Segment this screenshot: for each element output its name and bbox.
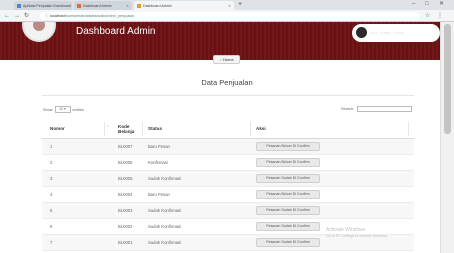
cell-kode: BL0002	[118, 224, 133, 229]
home-label: Home	[223, 57, 234, 62]
minimize-button[interactable]: –	[412, 0, 415, 9]
browser-tab-3-active[interactable]: Dashboard Admin ✕	[134, 1, 234, 10]
table-row: 5 BL0003 Sudah Konfirmasi Pesanan Sudah …	[42, 203, 414, 219]
column-separator	[142, 122, 143, 136]
column-separator	[104, 122, 105, 136]
confirm-button[interactable]: Pesanan Sudah Di Confirm	[256, 222, 320, 231]
search-input[interactable]	[357, 106, 413, 112]
column-separator	[408, 122, 409, 136]
user-avatar-icon[interactable]	[356, 27, 367, 38]
scrollbar-thumb[interactable]	[444, 24, 451, 134]
table-row: 3 BL0005 Sudah Konfirmasi Pesanan Sudah …	[42, 171, 414, 187]
close-window-button[interactable]: ✕	[439, 0, 444, 9]
show-entries: Show 10 ▾ entries	[43, 106, 84, 113]
tab-label: Aplikasi Penjualan Dashboard	[23, 3, 71, 8]
column-header-kode-belanja[interactable]: Kode Belanja	[118, 119, 144, 139]
search-label: Search:	[341, 107, 355, 111]
browser-tab-1[interactable]: Aplikasi Penjualan Dashboard ✕	[14, 1, 72, 10]
cell-kode: BL0001	[118, 240, 133, 245]
page-scrollbar[interactable]	[440, 22, 454, 253]
user-links: Akun Setting • Keluar	[370, 30, 405, 35]
cell-status: Baru Pesan	[148, 192, 170, 197]
sort-icon[interactable]: ⇅	[107, 124, 110, 128]
user-info[interactable]: Login Sebagai Administrator Akun Setting…	[370, 25, 440, 35]
menu-icon[interactable]: ⋮	[437, 12, 443, 20]
cell-status: Baru Pesan	[148, 144, 170, 149]
column-header-nomor[interactable]: Nomor	[50, 119, 65, 139]
confirm-button[interactable]: Pesanan Sudah Di Confirm	[256, 174, 320, 183]
reload-icon[interactable]: ↻	[24, 12, 29, 20]
cell-status: Sudah Konfirmasi	[148, 208, 182, 213]
show-label: Show	[43, 107, 53, 112]
tab-close-icon[interactable]: ✕	[124, 4, 129, 8]
forward-icon[interactable]: →	[14, 12, 20, 20]
cell-status: Sudah Konfirmasi	[148, 240, 182, 245]
cell-status: Sudah Konfirmasi	[148, 224, 182, 229]
cell-kode: BL0003	[118, 208, 133, 213]
cell-kode: BL0007	[118, 144, 133, 149]
table-row: 1 BL0007 Baru Pesan Pesanan Belum Di Con…	[42, 139, 414, 155]
cell-nomor: 5	[50, 208, 53, 213]
confirm-button[interactable]: Pesanan Belum Di Confirm	[256, 158, 320, 167]
tab-favicon-icon	[77, 3, 81, 8]
watermark-sub: Go to PC settings to activate Windows.	[326, 234, 389, 238]
column-header-aksi[interactable]: Aksi	[256, 119, 266, 139]
confirm-button[interactable]: Pesanan Sudah Di Confirm	[256, 238, 320, 247]
cell-nomor: 7	[50, 240, 53, 245]
cell-kode: BL0005	[118, 176, 133, 181]
cell-status: Sudah Konfirmasi	[148, 176, 182, 181]
cell-nomor: 1	[50, 144, 53, 149]
browser-tab-bar: Aplikasi Penjualan Dashboard ✕ Dashboard…	[0, 0, 454, 10]
page-title: Data Penjualan	[201, 78, 253, 87]
tab-label: Dashboard Admin	[143, 3, 172, 8]
browser-tab-2[interactable]: Dashboard Admin ✕	[74, 1, 132, 10]
confirm-button[interactable]: Pesanan Belum Di Confirm	[256, 142, 320, 151]
column-separator	[250, 122, 251, 136]
star-icon[interactable]: ☆	[425, 12, 430, 20]
tab-favicon-icon	[17, 3, 21, 8]
column-header-status[interactable]: Status	[148, 119, 162, 139]
cell-nomor: 2	[50, 160, 53, 165]
new-tab-button[interactable]: +	[238, 1, 242, 9]
tab-close-icon[interactable]: ✕	[226, 4, 231, 8]
cell-status: Konfirmasi	[148, 160, 168, 165]
entries-label: entries	[72, 107, 84, 112]
url-field[interactable]: ⓘ localhost/bumisehat/datatransaksi/view…	[40, 12, 420, 20]
table-search: Search:	[341, 106, 413, 112]
url-path: /bumisehat/datatransaksi/view_penjualan	[64, 14, 135, 18]
app-title: Dashboard Admin	[76, 26, 156, 37]
cell-nomor: 6	[50, 224, 53, 229]
confirm-button[interactable]: Pesanan Belum Di Confirm	[256, 190, 320, 199]
table-row: 4 BL0004 Baru Pesan Pesanan Belum Di Con…	[42, 187, 414, 203]
tab-favicon-icon	[137, 3, 141, 8]
cell-kode: BL0004	[118, 192, 133, 197]
home-button[interactable]: ⌂ Home	[213, 55, 240, 64]
address-bar-row: ← → ↻ ⓘ localhost/bumisehat/datatransaks…	[0, 10, 454, 22]
tab-close-icon[interactable]: ✕	[71, 4, 72, 8]
logo-emblem-icon	[33, 22, 45, 31]
confirm-button[interactable]: Pesanan Sudah Di Confirm	[256, 206, 320, 215]
cell-nomor: 4	[50, 192, 53, 197]
url-host: localhost	[49, 14, 65, 18]
entries-value: 10	[59, 107, 64, 111]
entries-select[interactable]: 10 ▾	[54, 106, 71, 113]
cell-kode: BL0006	[118, 160, 133, 165]
divider	[42, 95, 414, 96]
cell-nomor: 3	[50, 176, 53, 181]
activation-watermark: Activate Windows Go to PC settings to ac…	[326, 227, 388, 239]
maximize-button[interactable]: □	[425, 0, 429, 9]
back-icon[interactable]: ←	[4, 12, 10, 20]
table-row: 2 BL0006 Konfirmasi Pesanan Belum Di Con…	[42, 155, 414, 171]
home-icon: ⌂	[219, 57, 223, 62]
tab-label: Dashboard Admin	[83, 3, 112, 8]
table-header: Nomor ⇅ Kode Belanja Status Aksi	[42, 119, 414, 139]
